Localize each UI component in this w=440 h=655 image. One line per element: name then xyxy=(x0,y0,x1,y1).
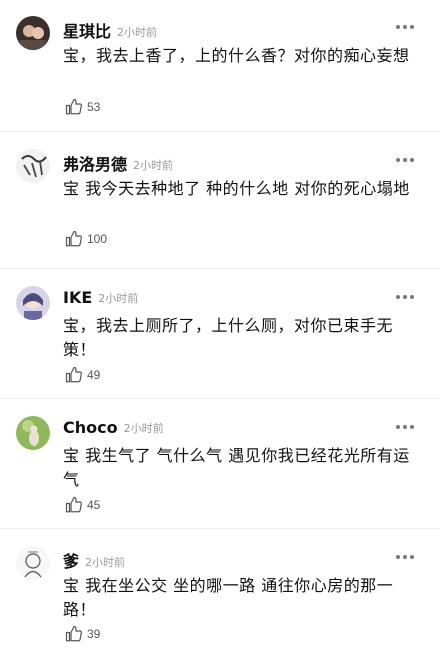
user-name[interactable]: 爹 xyxy=(63,552,79,571)
comment-item: 爹 2小时前 宝 我在坐公交 坐的哪一路 通往你心房的那一路！ 39 xyxy=(0,530,440,655)
like-button[interactable]: 53 xyxy=(65,98,100,116)
comment-item: 星琪比 2小时前 宝，我去上香了，上的什么香？对你的痴心妄想 53 xyxy=(0,0,440,132)
comment-item: IKE 2小时前 宝，我去上厕所了，上什么厕，对你已束手无策！ 49 xyxy=(0,270,440,399)
avatar-image xyxy=(16,546,50,580)
more-dots-icon[interactable] xyxy=(396,290,416,304)
timestamp: 2小时前 xyxy=(117,26,158,39)
comment-text: 宝，我去上香了，上的什么香？对你的痴心妄想 xyxy=(63,46,410,65)
more-dots-icon[interactable] xyxy=(396,550,416,564)
like-count: 45 xyxy=(87,498,101,512)
timestamp: 2小时前 xyxy=(123,422,164,435)
more-dots-icon[interactable] xyxy=(396,153,416,167)
comment-item: Choco 2小时前 宝 我生气了 气什么气 遇见你我已经花光所有运气 45 xyxy=(0,400,440,529)
avatar-image xyxy=(16,416,50,450)
comment-text: 宝 我生气了 气什么气 遇见你我已经花光所有运气 xyxy=(63,446,410,489)
like-button[interactable]: 39 xyxy=(65,625,100,643)
more-dots-icon[interactable] xyxy=(396,420,416,434)
like-button[interactable]: 100 xyxy=(65,230,107,248)
like-button[interactable]: 49 xyxy=(65,366,100,384)
like-button[interactable]: 45 xyxy=(65,496,100,514)
timestamp: 2小时前 xyxy=(85,556,126,569)
user-name[interactable]: IKE xyxy=(63,288,92,307)
avatar[interactable] xyxy=(16,149,50,183)
more-dots-icon[interactable] xyxy=(396,20,416,34)
comment-text: 宝 我在坐公交 坐的哪一路 通往你心房的那一路！ xyxy=(63,576,394,619)
avatar-image xyxy=(16,16,50,50)
like-count: 53 xyxy=(87,100,101,114)
avatar-image xyxy=(16,149,50,183)
avatar-image xyxy=(16,286,50,320)
user-name[interactable]: Choco xyxy=(63,418,118,437)
thumbs-up-icon xyxy=(65,496,82,513)
user-name[interactable]: 弗洛男德 xyxy=(63,155,127,174)
thumbs-up-icon xyxy=(65,625,82,642)
avatar[interactable] xyxy=(16,286,50,320)
thumbs-up-icon xyxy=(65,98,82,115)
thumbs-up-icon xyxy=(65,366,82,383)
avatar[interactable] xyxy=(16,16,50,50)
comment-text: 宝，我去上厕所了，上什么厕，对你已束手无策！ xyxy=(63,316,394,359)
avatar[interactable] xyxy=(16,416,50,450)
user-name[interactable]: 星琪比 xyxy=(63,22,111,41)
avatar[interactable] xyxy=(16,546,50,580)
like-count: 49 xyxy=(87,368,101,382)
like-count: 39 xyxy=(87,627,101,641)
timestamp: 2小时前 xyxy=(133,159,174,172)
thumbs-up-icon xyxy=(65,230,82,247)
like-count: 100 xyxy=(87,232,108,246)
comment-text: 宝 我今天去种地了 种的什么地 对你的死心塌地 xyxy=(63,179,410,198)
comment-item: 弗洛男德 2小时前 宝 我今天去种地了 种的什么地 对你的死心塌地 100 xyxy=(0,133,440,269)
timestamp: 2小时前 xyxy=(98,292,139,305)
